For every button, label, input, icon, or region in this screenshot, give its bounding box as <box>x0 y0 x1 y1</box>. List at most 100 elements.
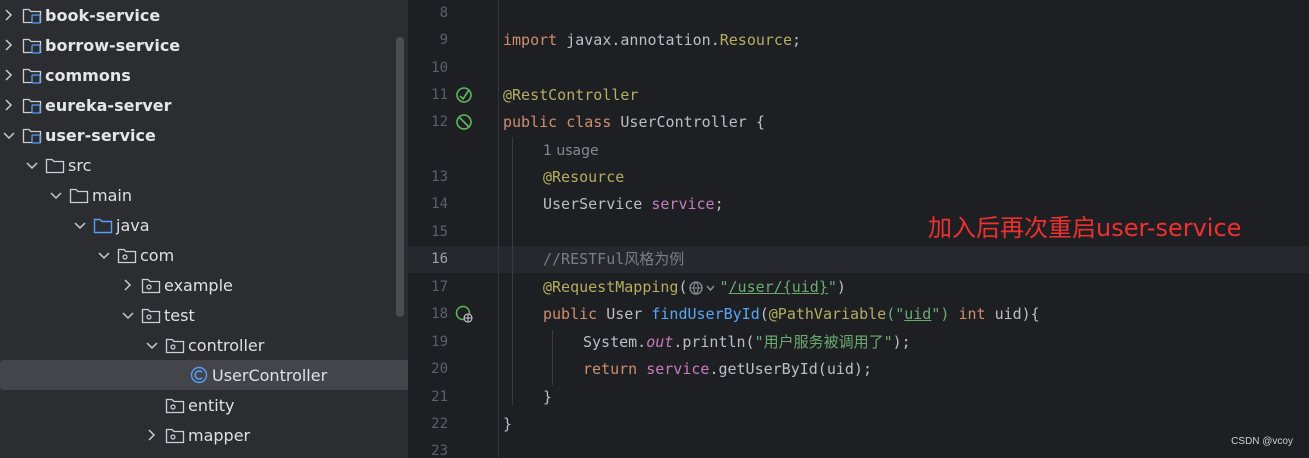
annotation: @PathVariable <box>768 305 887 323</box>
package-icon <box>165 336 185 354</box>
code-line-current[interactable]: 16 //RESTFul风格为例 <box>408 246 1309 273</box>
code-line[interactable]: 13 @Resource <box>408 164 1309 191</box>
tree-item-controller[interactable]: controller <box>0 330 408 360</box>
line-number: 14 <box>431 196 448 212</box>
keyword: public <box>503 113 558 131</box>
tree-item-label: book-service <box>45 5 161 25</box>
punct: } <box>503 415 513 433</box>
code-line[interactable]: 23 <box>408 438 1309 458</box>
tree-item-label: UserController <box>212 365 328 385</box>
string: " <box>719 278 729 296</box>
url-inlay-icon[interactable] <box>688 280 720 296</box>
tree-item-usercontroller[interactable]: UserController <box>0 360 408 390</box>
java-class-icon <box>189 366 209 384</box>
line-number: 11 <box>431 87 448 103</box>
url-path-var[interactable]: {uid} <box>783 278 828 296</box>
tree-item-src[interactable]: src <box>0 150 408 180</box>
code-text: } <box>503 411 512 438</box>
code-line[interactable]: 10 <box>408 55 1309 82</box>
class-ref: System. <box>583 333 647 351</box>
code-text: 1 usage <box>543 137 599 165</box>
url-path[interactable]: /user/ <box>729 278 783 296</box>
chevron-right-icon[interactable] <box>0 36 18 54</box>
tree-item-main[interactable]: main <box>0 180 408 210</box>
chevron-right-icon[interactable] <box>0 6 18 24</box>
class-ref: Resource <box>719 31 792 49</box>
path-var-name: uid <box>904 305 932 323</box>
tree-item-borrow-service[interactable]: borrow-service <box>0 30 393 60</box>
folder-icon <box>45 156 65 174</box>
code-line[interactable]: 9 import javax.annotation.Resource; <box>408 27 1309 54</box>
line-number: 9 <box>439 32 448 48</box>
tree-item-com[interactable]: com <box>0 240 408 270</box>
tree-item-label: user-service <box>45 125 156 145</box>
tree-item-eureka-server[interactable]: eureka-server <box>0 90 393 120</box>
punct: ) <box>836 278 846 296</box>
code-line[interactable]: 22 } <box>408 411 1309 438</box>
field-name: service <box>646 360 710 378</box>
code-line[interactable]: 20 return service.getUserById(uid); <box>408 356 1309 383</box>
tree-item-user-service[interactable]: user-service <box>0 120 393 150</box>
package-name: javax.annotation. <box>566 31 720 49</box>
chevron-placeholder <box>143 396 161 414</box>
class-name: UserController { <box>620 113 765 131</box>
string: "用户服务被调用了" <box>754 333 893 351</box>
code-text: @Resource <box>543 164 624 191</box>
tree-item-label: test <box>164 305 195 325</box>
tree-item-commons[interactable]: commons <box>0 60 393 90</box>
chevron-right-icon[interactable] <box>143 426 161 444</box>
chevron-down-icon[interactable] <box>143 336 161 354</box>
tree-item-example[interactable]: example <box>0 270 408 300</box>
chevron-down-icon[interactable] <box>95 246 113 264</box>
chevron-down-icon[interactable] <box>0 126 18 144</box>
spring-bean-icon[interactable] <box>455 86 473 104</box>
module-folder-icon <box>22 66 42 84</box>
code-line[interactable]: 17 @RequestMapping("/user/{uid}") <box>408 274 1309 301</box>
tree-item-label: borrow-service <box>45 35 181 55</box>
usage-hint[interactable]: 1 usage <box>543 143 599 159</box>
line-number: 15 <box>431 224 448 240</box>
line-number: 13 <box>431 169 448 185</box>
tree-item-label: java <box>116 215 150 235</box>
tree-item-test[interactable]: test <box>0 300 408 330</box>
line-number: 8 <box>439 5 448 21</box>
string: (" <box>886 305 905 323</box>
tree-item-label: example <box>164 275 233 295</box>
chevron-down-icon[interactable] <box>119 306 137 324</box>
chevron-right-icon[interactable] <box>0 96 18 114</box>
tree-item-book-service[interactable]: book-service <box>0 0 393 30</box>
chevron-down-icon[interactable] <box>47 186 65 204</box>
tree-item-entity[interactable]: entity <box>0 390 408 420</box>
chevron-right-icon[interactable] <box>119 276 137 294</box>
code-line[interactable]: 11 @RestController <box>408 82 1309 109</box>
punct: ( <box>678 278 688 296</box>
chevron-down-icon[interactable] <box>71 216 89 234</box>
tree-item-label: eureka-server <box>45 95 172 115</box>
type-name: UserService <box>543 195 643 213</box>
chevron-down-icon[interactable] <box>23 156 41 174</box>
code-line[interactable]: 21 } <box>408 384 1309 411</box>
code-line[interactable]: 12 public class UserController { <box>408 109 1309 136</box>
code-line[interactable]: 18 public User findUserById(@PathVariabl… <box>408 301 1309 328</box>
annotation: @Resource <box>543 168 625 186</box>
tree-item-java[interactable]: java <box>0 210 408 240</box>
chevron-right-icon[interactable] <box>0 66 18 84</box>
line-number: 20 <box>431 361 448 377</box>
annotation-note: 加入后再次重启user-service <box>928 214 1242 242</box>
line-number: 22 <box>431 416 448 432</box>
line-number: 17 <box>431 279 448 295</box>
code-text: import javax.annotation.Resource; <box>503 27 801 54</box>
module-folder-icon <box>22 126 42 144</box>
usage-hint-line[interactable]: 1 usage <box>408 137 1309 164</box>
code-line[interactable]: 8 <box>408 0 1309 27</box>
tree-item-mapper[interactable]: mapper <box>0 420 408 450</box>
code-text: @RequestMapping("/user/{uid}") <box>543 274 846 301</box>
punct: ( <box>759 305 769 323</box>
code-line[interactable]: 19 System.out.println("用户服务被调用了"); <box>408 329 1309 356</box>
module-folder-icon <box>22 96 42 114</box>
tree-scrollbar[interactable] <box>396 37 404 317</box>
endpoint-globe-icon[interactable] <box>455 305 473 323</box>
source-folder-icon <box>93 216 113 234</box>
spring-bean-icon[interactable] <box>455 113 473 131</box>
keyword: public <box>543 305 598 323</box>
